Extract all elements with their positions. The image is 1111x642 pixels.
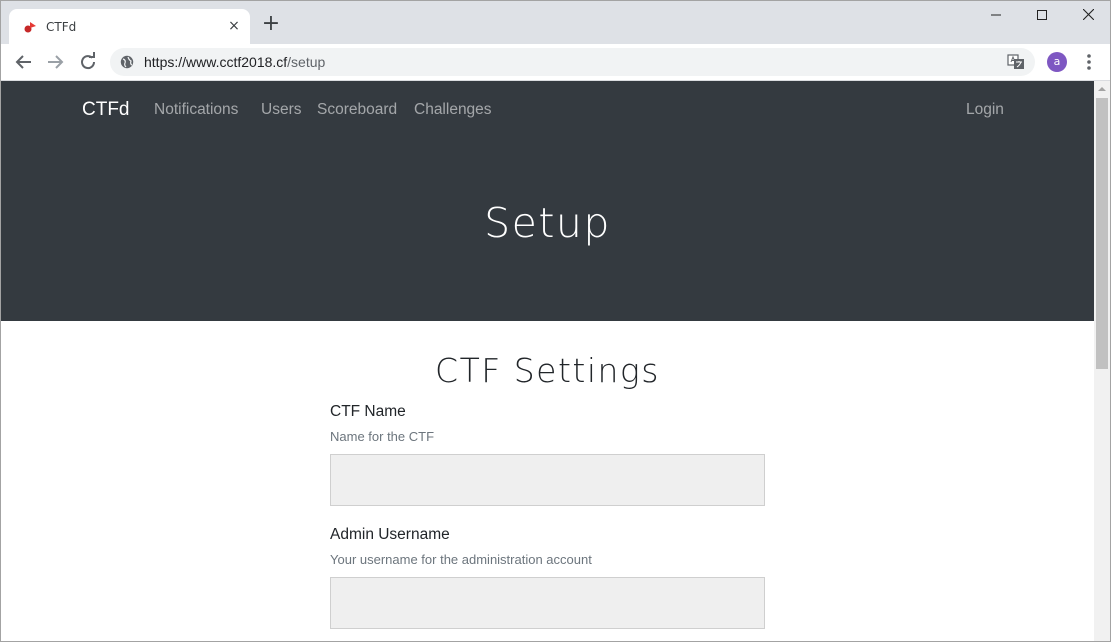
browser-window: CTFd × + https://www.cctf2018.cf/setup a… xyxy=(0,0,1111,642)
admin-username-input[interactable] xyxy=(330,577,765,629)
window-close-icon[interactable] xyxy=(1065,1,1110,31)
reload-icon[interactable] xyxy=(76,50,100,74)
scrollbar-thumb[interactable] xyxy=(1096,98,1108,369)
ctf-name-help: Name for the CTF xyxy=(330,429,435,444)
tab-strip: CTFd × + xyxy=(1,1,1110,44)
page-title: Setup xyxy=(484,199,611,247)
page-scrollbar[interactable] xyxy=(1094,81,1110,641)
nav-scoreboard[interactable]: Scoreboard xyxy=(317,101,397,119)
brand-link[interactable]: CTFd xyxy=(82,99,130,121)
nav-notifications[interactable]: Notifications xyxy=(154,101,238,119)
admin-username-help: Your username for the administration acc… xyxy=(330,552,592,567)
admin-username-label: Admin Username xyxy=(330,526,450,543)
browser-toolbar: https://www.cctf2018.cf/setup a xyxy=(1,44,1110,81)
form-title: CTF Settings xyxy=(435,351,660,390)
forward-arrow-icon[interactable] xyxy=(43,50,67,74)
globe-icon[interactable] xyxy=(120,55,134,69)
translate-icon[interactable] xyxy=(1007,53,1025,71)
nav-login[interactable]: Login xyxy=(966,101,1004,119)
ctf-name-label: CTF Name xyxy=(330,403,406,420)
nav-users[interactable]: Users xyxy=(261,101,301,119)
url-text[interactable]: https://www.cctf2018.cf/setup xyxy=(144,54,325,70)
new-tab-button[interactable]: + xyxy=(259,13,283,37)
more-menu-icon[interactable] xyxy=(1081,52,1097,72)
address-bar[interactable]: https://www.cctf2018.cf/setup xyxy=(110,48,1035,76)
url-path: /setup xyxy=(287,54,326,70)
scroll-up-arrow-icon[interactable] xyxy=(1094,81,1110,97)
tab-title: CTFd xyxy=(46,20,77,34)
profile-avatar[interactable]: a xyxy=(1047,52,1067,72)
back-arrow-icon[interactable] xyxy=(12,50,36,74)
page-viewport: CTFd Notifications Users Scoreboard Chal… xyxy=(1,81,1094,641)
ctfd-favicon-icon xyxy=(24,22,36,33)
nav-challenges[interactable]: Challenges xyxy=(414,101,492,119)
minimize-icon[interactable] xyxy=(973,1,1019,31)
tab-ctfd[interactable]: CTFd × xyxy=(9,9,250,44)
navbar-hero: CTFd Notifications Users Scoreboard Chal… xyxy=(1,81,1094,321)
url-host: https://www.cctf2018.cf xyxy=(144,54,288,70)
maximize-icon[interactable] xyxy=(1019,1,1065,31)
ctf-name-input[interactable] xyxy=(330,454,765,506)
tab-close-icon[interactable]: × xyxy=(226,18,242,34)
